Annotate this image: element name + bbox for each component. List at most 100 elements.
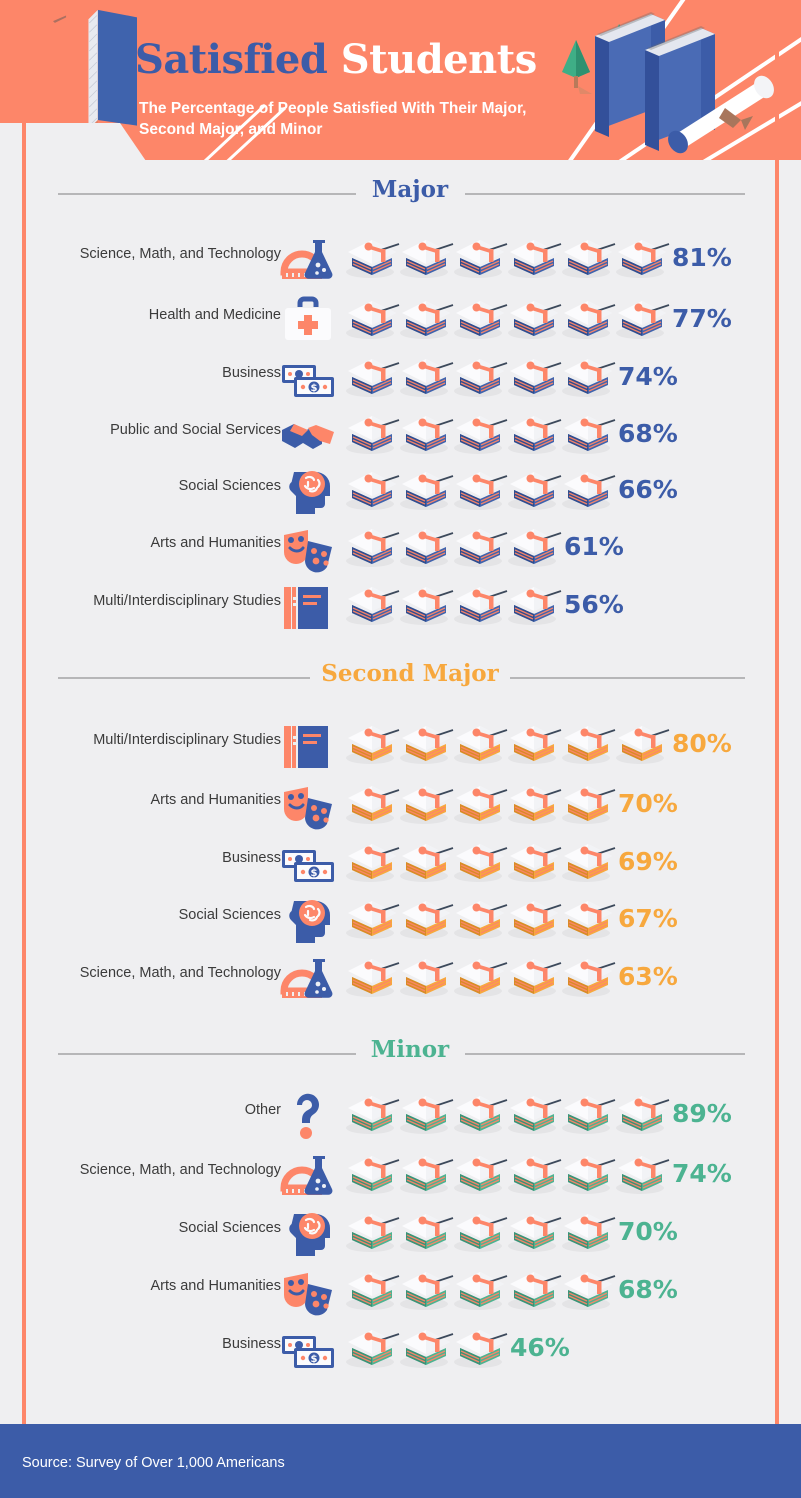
- graduation-cap-icon: [400, 359, 454, 397]
- graduation-cap-icon: [454, 1272, 508, 1310]
- graduation-cap-unit: [452, 1150, 508, 1196]
- graduation-cap-icon: [400, 844, 454, 882]
- graduation-cap-unit: [452, 720, 508, 766]
- graduation-cap-icon: [346, 1156, 400, 1194]
- page-title: Satisfied Students: [135, 36, 537, 83]
- graduation-cap-unit: [452, 780, 508, 826]
- graduation-cap-icon: [400, 1330, 454, 1368]
- graduation-cap-unit: [398, 523, 454, 569]
- chart-row: Science, Math, and Technology: [0, 232, 801, 294]
- graduation-cap-icon: [562, 959, 616, 997]
- graduation-cap-icon: [562, 901, 616, 939]
- graduation-cap-unit: [506, 1090, 562, 1136]
- graduation-cap-icon: [346, 1330, 400, 1368]
- graduation-cap-unit: [560, 895, 616, 941]
- graduation-cap-unit: [344, 353, 400, 399]
- graduation-cap-unit: [344, 720, 400, 766]
- percent-value: 61%: [564, 532, 624, 561]
- graduation-cap-icon: [454, 726, 508, 764]
- graduation-cap-unit: [452, 523, 508, 569]
- title-word-satisfied: Satisfied: [135, 36, 328, 83]
- svg-text:$: $: [311, 383, 318, 394]
- graduation-cap-icon: [508, 726, 562, 764]
- graduation-cap-icon: [400, 472, 454, 510]
- category-label: Other: [244, 1102, 281, 1118]
- graduation-cap-unit: [344, 295, 400, 341]
- graduation-cap-icon: [454, 359, 508, 397]
- graduation-cap-icon: [346, 472, 400, 510]
- money-bills-icon: $: [280, 351, 336, 407]
- graduation-cap-unit: [614, 1090, 670, 1136]
- graduation-cap-icon: [400, 959, 454, 997]
- graduation-cap-icon: [400, 529, 454, 567]
- graduation-cap-unit: [398, 838, 454, 884]
- percent-value: 69%: [618, 847, 678, 876]
- graduation-cap-unit: [560, 953, 616, 999]
- graduation-cap-icon: [454, 959, 508, 997]
- percent-value: 74%: [618, 362, 678, 391]
- graduation-cap-unit: [452, 581, 508, 627]
- handshake-icon: [280, 408, 336, 464]
- graduation-cap-unit: [452, 1266, 508, 1312]
- chart-row: Business $: [0, 836, 801, 898]
- graduation-cap-icon: [454, 301, 508, 339]
- graduation-cap-unit: [506, 1208, 562, 1254]
- graduation-cap-unit: [452, 1208, 508, 1254]
- percent-value: 89%: [672, 1099, 732, 1128]
- chart-row: Science, Math, and Technology: [0, 951, 801, 1013]
- chart-row: Multi/Interdisciplinary Studies: [0, 579, 801, 641]
- percent-value: 67%: [618, 904, 678, 933]
- graduation-cap-unit: [506, 353, 562, 399]
- graduation-cap-icon: [346, 901, 400, 939]
- graduation-cap-unit: [560, 720, 616, 766]
- graduation-cap-unit: [506, 895, 562, 941]
- graduation-cap-unit: [506, 523, 562, 569]
- category-label: Social Sciences: [178, 907, 281, 923]
- percent-value: 81%: [672, 243, 732, 272]
- theater-masks-icon: [280, 1264, 336, 1320]
- graduation-cap-icon: [400, 240, 454, 278]
- graduation-cap-icon: [454, 844, 508, 882]
- category-label: Multi/Interdisciplinary Studies: [93, 593, 281, 609]
- graduation-cap-unit: [452, 953, 508, 999]
- graduation-cap-unit: [452, 838, 508, 884]
- graduation-cap-icon: [400, 587, 454, 625]
- graduation-cap-icon: [400, 901, 454, 939]
- category-label: Business: [222, 850, 281, 866]
- graduation-cap-icon: [508, 1156, 562, 1194]
- section-title: Minor: [370, 1036, 450, 1063]
- chart-row: Arts and Humanities: [0, 778, 801, 840]
- graduation-cap-unit: [344, 523, 400, 569]
- graduation-cap-icon: [562, 844, 616, 882]
- graduation-cap-unit: [560, 410, 616, 456]
- chart-row: Public and Social Services 68%: [0, 408, 801, 470]
- graduation-cap-icon: [508, 587, 562, 625]
- percent-value: 74%: [672, 1159, 732, 1188]
- brain-head-icon: [280, 893, 336, 949]
- section-header-minor: Minor: [0, 1036, 801, 1070]
- graduation-cap-icon: [346, 587, 400, 625]
- theater-masks-icon: [280, 778, 336, 834]
- graduation-cap-icon: [346, 1214, 400, 1252]
- graduation-cap-unit: [506, 838, 562, 884]
- graduation-cap-unit: [344, 466, 400, 512]
- graduation-cap-unit: [506, 1150, 562, 1196]
- chart-row: Health and Medicine 77%: [0, 293, 801, 355]
- graduation-cap-icon: [508, 901, 562, 939]
- graduation-cap-icon: [400, 786, 454, 824]
- graduation-cap-unit: [452, 234, 508, 280]
- percent-value: 68%: [618, 419, 678, 448]
- graduation-cap-icon: [508, 472, 562, 510]
- graduation-cap-icon: [454, 587, 508, 625]
- graduation-cap-icon: [346, 529, 400, 567]
- graduation-cap-icon: [508, 1214, 562, 1252]
- ruler-flask-icon: [280, 1148, 336, 1204]
- graduation-cap-icon: [562, 1096, 616, 1134]
- money-bills-icon: $: [280, 1322, 336, 1378]
- graduation-cap-icon: [562, 1272, 616, 1310]
- chart-row: Arts and Humanities: [0, 521, 801, 583]
- graduation-cap-unit: [560, 838, 616, 884]
- graduation-cap-icon: [454, 416, 508, 454]
- graduation-cap-unit: [506, 234, 562, 280]
- graduation-cap-unit: [452, 353, 508, 399]
